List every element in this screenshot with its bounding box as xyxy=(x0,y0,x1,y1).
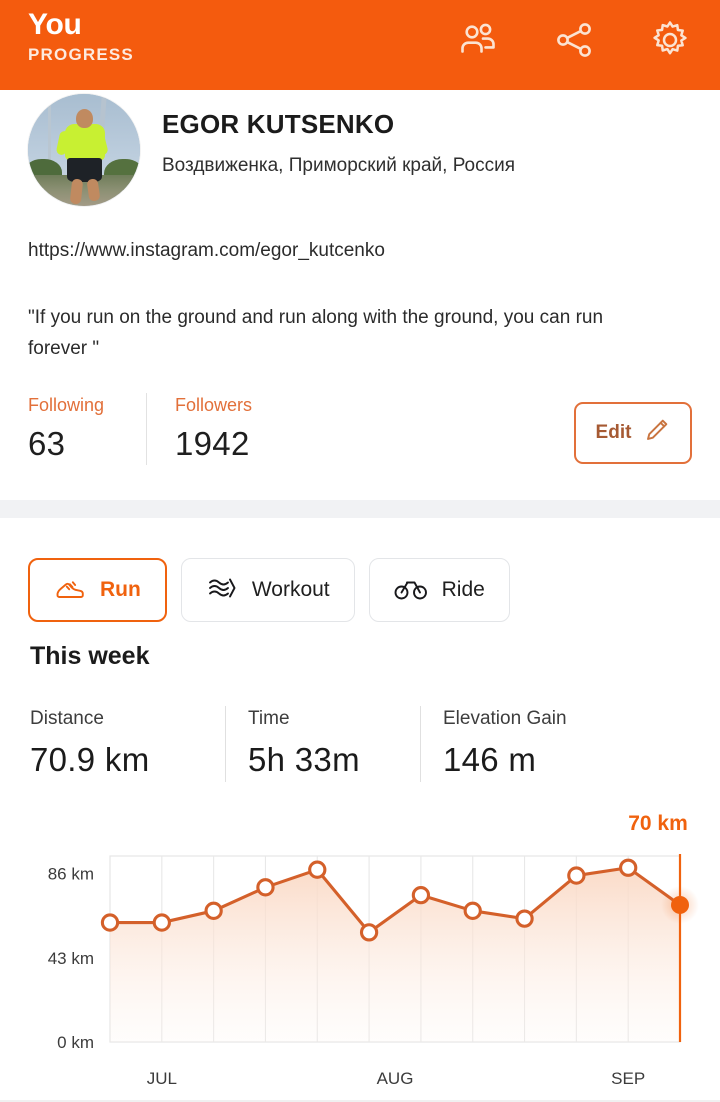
stat-elevation-label: Elevation Gain xyxy=(443,708,567,729)
page-title: You xyxy=(28,8,82,41)
activity-type-tabs: Run Workout Ride xyxy=(28,558,510,622)
profile-location: Воздвиженка, Приморский край, Россия xyxy=(162,155,516,176)
y-axis-tick-label: 0 km xyxy=(57,1033,94,1052)
weekly-distance-chart[interactable]: 70 km 0 km 43 km 86 km JUL AUG SEP xyxy=(0,800,720,1102)
social-stats: Following 63 Followers 1942 Edit xyxy=(28,393,692,465)
progress-screen: You PROGRESS EGOR KUTSENKO Воздвиженка, … xyxy=(0,0,720,1102)
following-stat[interactable]: Following 63 xyxy=(28,393,146,465)
friends-icon[interactable] xyxy=(456,18,500,62)
stat-distance-value: 70.9 km xyxy=(30,741,150,778)
settings-gear-icon[interactable] xyxy=(648,18,692,62)
following-count: 63 xyxy=(28,425,66,462)
chart-point xyxy=(515,909,534,928)
tab-ride[interactable]: Ride xyxy=(368,558,510,622)
x-axis-tick-label: SEP xyxy=(611,1069,645,1088)
stat-distance: Distance 70.9 km xyxy=(30,706,225,782)
following-label: Following xyxy=(28,395,105,415)
chart-point xyxy=(619,858,638,877)
avatar-shorts xyxy=(67,157,102,183)
tab-run-label: Run xyxy=(100,578,141,601)
profile-name: EGOR KUTSENKO xyxy=(162,109,395,139)
header-actions xyxy=(456,6,698,62)
pencil-icon xyxy=(643,417,670,449)
tab-run[interactable]: Run xyxy=(28,558,167,622)
chart-svg: 70 km 0 km 43 km 86 km JUL AUG SEP xyxy=(48,812,699,1088)
chart-point xyxy=(411,886,431,905)
profile-bio: "If you run on the ground and run along … xyxy=(28,307,604,359)
avatar-pole-secondary xyxy=(48,99,52,162)
profile-link[interactable]: https://www.instagram.com/egor_kutcenko xyxy=(28,240,385,262)
stat-elevation-value: 146 m xyxy=(443,741,537,778)
tab-workout[interactable]: Workout xyxy=(180,558,355,622)
chart-point xyxy=(152,913,171,932)
highlight-value-label: 70 km xyxy=(628,812,688,835)
y-axis-tick-label: 43 km xyxy=(48,949,94,968)
stat-elevation: Elevation Gain 146 m xyxy=(420,706,567,782)
stat-time: Time 5h 33m xyxy=(225,706,420,782)
chart-point xyxy=(308,860,327,879)
followers-label: Followers xyxy=(175,395,253,415)
page-subtitle: PROGRESS xyxy=(28,45,134,64)
workout-waves-icon xyxy=(206,572,238,609)
profile-identity: EGOR KUTSENKO Воздвиженка, Приморский кр… xyxy=(162,94,515,179)
chart-point xyxy=(100,913,120,932)
y-axis-tick-label: 86 km xyxy=(48,865,94,884)
tab-ride-label: Ride xyxy=(441,578,485,601)
section-divider xyxy=(0,500,720,518)
chart-plot-area: 70 km 0 km 43 km 86 km JUL AUG SEP xyxy=(48,812,699,1088)
x-axis-tick-label: AUG xyxy=(377,1069,414,1088)
stat-time-value: 5h 33m xyxy=(248,741,360,778)
chart-point xyxy=(567,866,586,885)
chart-point xyxy=(463,901,482,920)
app-header: You PROGRESS xyxy=(0,0,720,90)
avatar-torso xyxy=(64,124,106,162)
highlight-point xyxy=(671,895,689,914)
this-week-title: This week xyxy=(30,642,150,670)
tab-workout-label: Workout xyxy=(251,578,330,601)
followers-count: 1942 xyxy=(175,425,250,462)
edit-profile-button[interactable]: Edit xyxy=(574,402,692,464)
this-week-stats: Distance 70.9 km Time 5h 33m Elevation G… xyxy=(30,706,567,782)
avatar[interactable] xyxy=(28,94,140,206)
followers-stat[interactable]: Followers 1942 xyxy=(146,393,252,465)
bicycle-icon xyxy=(394,574,428,607)
header-titles: You PROGRESS xyxy=(28,6,134,66)
chart-point xyxy=(256,878,275,897)
chart-point xyxy=(204,901,223,920)
share-icon[interactable] xyxy=(552,18,596,62)
avatar-leg-left xyxy=(69,178,83,205)
stat-time-label: Time xyxy=(248,708,290,729)
running-shoe-icon xyxy=(54,572,86,609)
x-axis-tick-label: JUL xyxy=(147,1069,177,1088)
chart-point xyxy=(359,923,379,942)
edit-button-label: Edit xyxy=(595,422,632,443)
avatar-head xyxy=(76,108,94,128)
profile-header: EGOR KUTSENKO Воздвиженка, Приморский кр… xyxy=(0,90,720,206)
stat-distance-label: Distance xyxy=(30,708,104,729)
